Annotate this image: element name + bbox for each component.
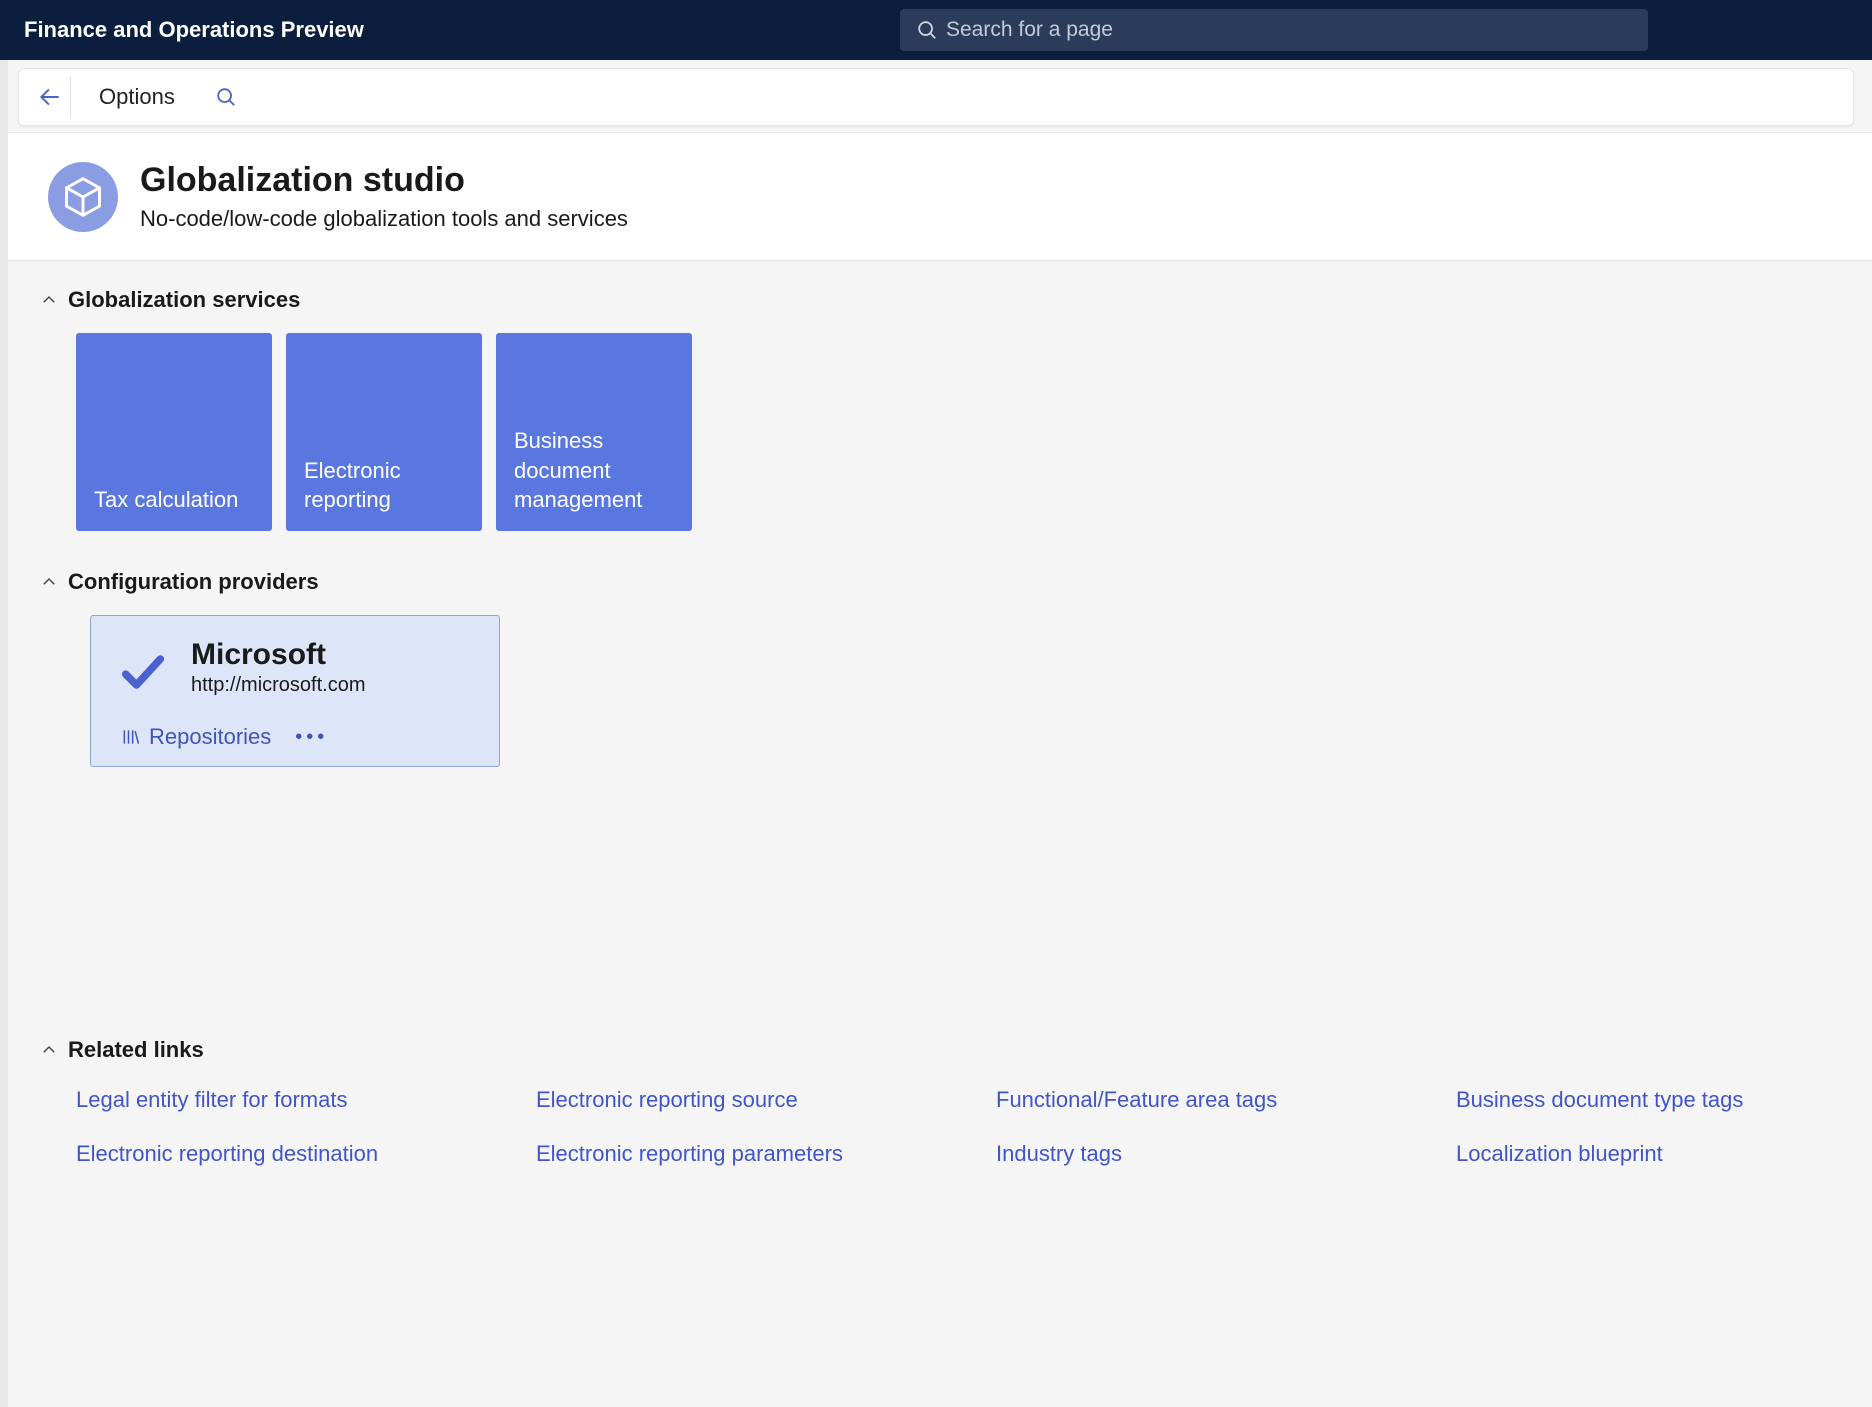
link-electronic-reporting-source[interactable]: Electronic reporting source — [536, 1087, 986, 1113]
section-services-title: Globalization services — [68, 287, 300, 313]
provider-name: Microsoft — [191, 638, 366, 672]
arrow-left-icon — [37, 84, 63, 110]
chevron-up-icon — [40, 573, 58, 591]
library-icon — [121, 727, 141, 747]
section-providers-title: Configuration providers — [68, 569, 319, 595]
content-area: Globalization services Tax calculation E… — [0, 261, 1872, 1167]
options-button[interactable]: Options — [87, 76, 187, 118]
services-tiles: Tax calculation Electronic reporting Bus… — [76, 333, 1832, 531]
repositories-label: Repositories — [149, 724, 271, 750]
checkmark-icon — [117, 646, 169, 698]
tile-label: Business document management — [514, 426, 674, 515]
action-bar: Options — [18, 68, 1854, 126]
back-button[interactable] — [29, 76, 71, 118]
search-icon — [916, 19, 938, 41]
action-search-button[interactable] — [205, 76, 247, 118]
tile-label: Electronic reporting — [304, 456, 464, 515]
chevron-up-icon — [40, 291, 58, 309]
box-icon — [61, 175, 105, 219]
search-placeholder: Search for a page — [946, 18, 1113, 42]
link-business-document-tags[interactable]: Business document type tags — [1456, 1087, 1872, 1113]
link-localization-blueprint[interactable]: Localization blueprint — [1456, 1141, 1872, 1167]
provider-card-microsoft[interactable]: Microsoft http://microsoft.com Repositor… — [90, 615, 500, 767]
provider-text: Microsoft http://microsoft.com — [191, 638, 366, 697]
page-header: Globalization studio No-code/low-code gl… — [0, 132, 1872, 261]
chevron-up-icon — [40, 1041, 58, 1059]
page-subtitle: No-code/low-code globalization tools and… — [140, 206, 628, 232]
tile-tax-calculation[interactable]: Tax calculation — [76, 333, 272, 531]
link-industry-tags[interactable]: Industry tags — [996, 1141, 1446, 1167]
related-links-grid: Legal entity filter for formats Electron… — [76, 1087, 1832, 1167]
link-electronic-reporting-destination[interactable]: Electronic reporting destination — [76, 1141, 526, 1167]
more-actions-button[interactable]: ••• — [295, 726, 328, 749]
link-functional-feature-tags[interactable]: Functional/Feature area tags — [996, 1087, 1446, 1113]
tile-electronic-reporting[interactable]: Electronic reporting — [286, 333, 482, 531]
section-related: Related links Legal entity filter for fo… — [40, 1037, 1832, 1167]
link-electronic-reporting-parameters[interactable]: Electronic reporting parameters — [536, 1141, 986, 1167]
tile-label: Tax calculation — [94, 485, 238, 515]
search-icon — [215, 86, 237, 108]
section-related-title: Related links — [68, 1037, 204, 1063]
page-title: Globalization studio — [140, 161, 628, 200]
section-related-header[interactable]: Related links — [40, 1037, 1832, 1063]
top-bar: Finance and Operations Preview Search fo… — [0, 0, 1872, 60]
app-title: Finance and Operations Preview — [24, 17, 364, 43]
link-legal-entity-filter[interactable]: Legal entity filter for formats — [76, 1087, 526, 1113]
sidebar-edge — [0, 60, 8, 1407]
section-services-header[interactable]: Globalization services — [40, 287, 1832, 313]
provider-top: Microsoft http://microsoft.com — [117, 638, 473, 698]
page-title-block: Globalization studio No-code/low-code gl… — [140, 161, 628, 232]
provider-url: http://microsoft.com — [191, 674, 366, 697]
section-providers-header[interactable]: Configuration providers — [40, 569, 1832, 595]
search-input[interactable]: Search for a page — [900, 9, 1648, 51]
page-icon — [48, 162, 118, 232]
provider-actions: Repositories ••• — [121, 724, 473, 750]
tile-business-document-management[interactable]: Business document management — [496, 333, 692, 531]
repositories-link[interactable]: Repositories — [121, 724, 271, 750]
